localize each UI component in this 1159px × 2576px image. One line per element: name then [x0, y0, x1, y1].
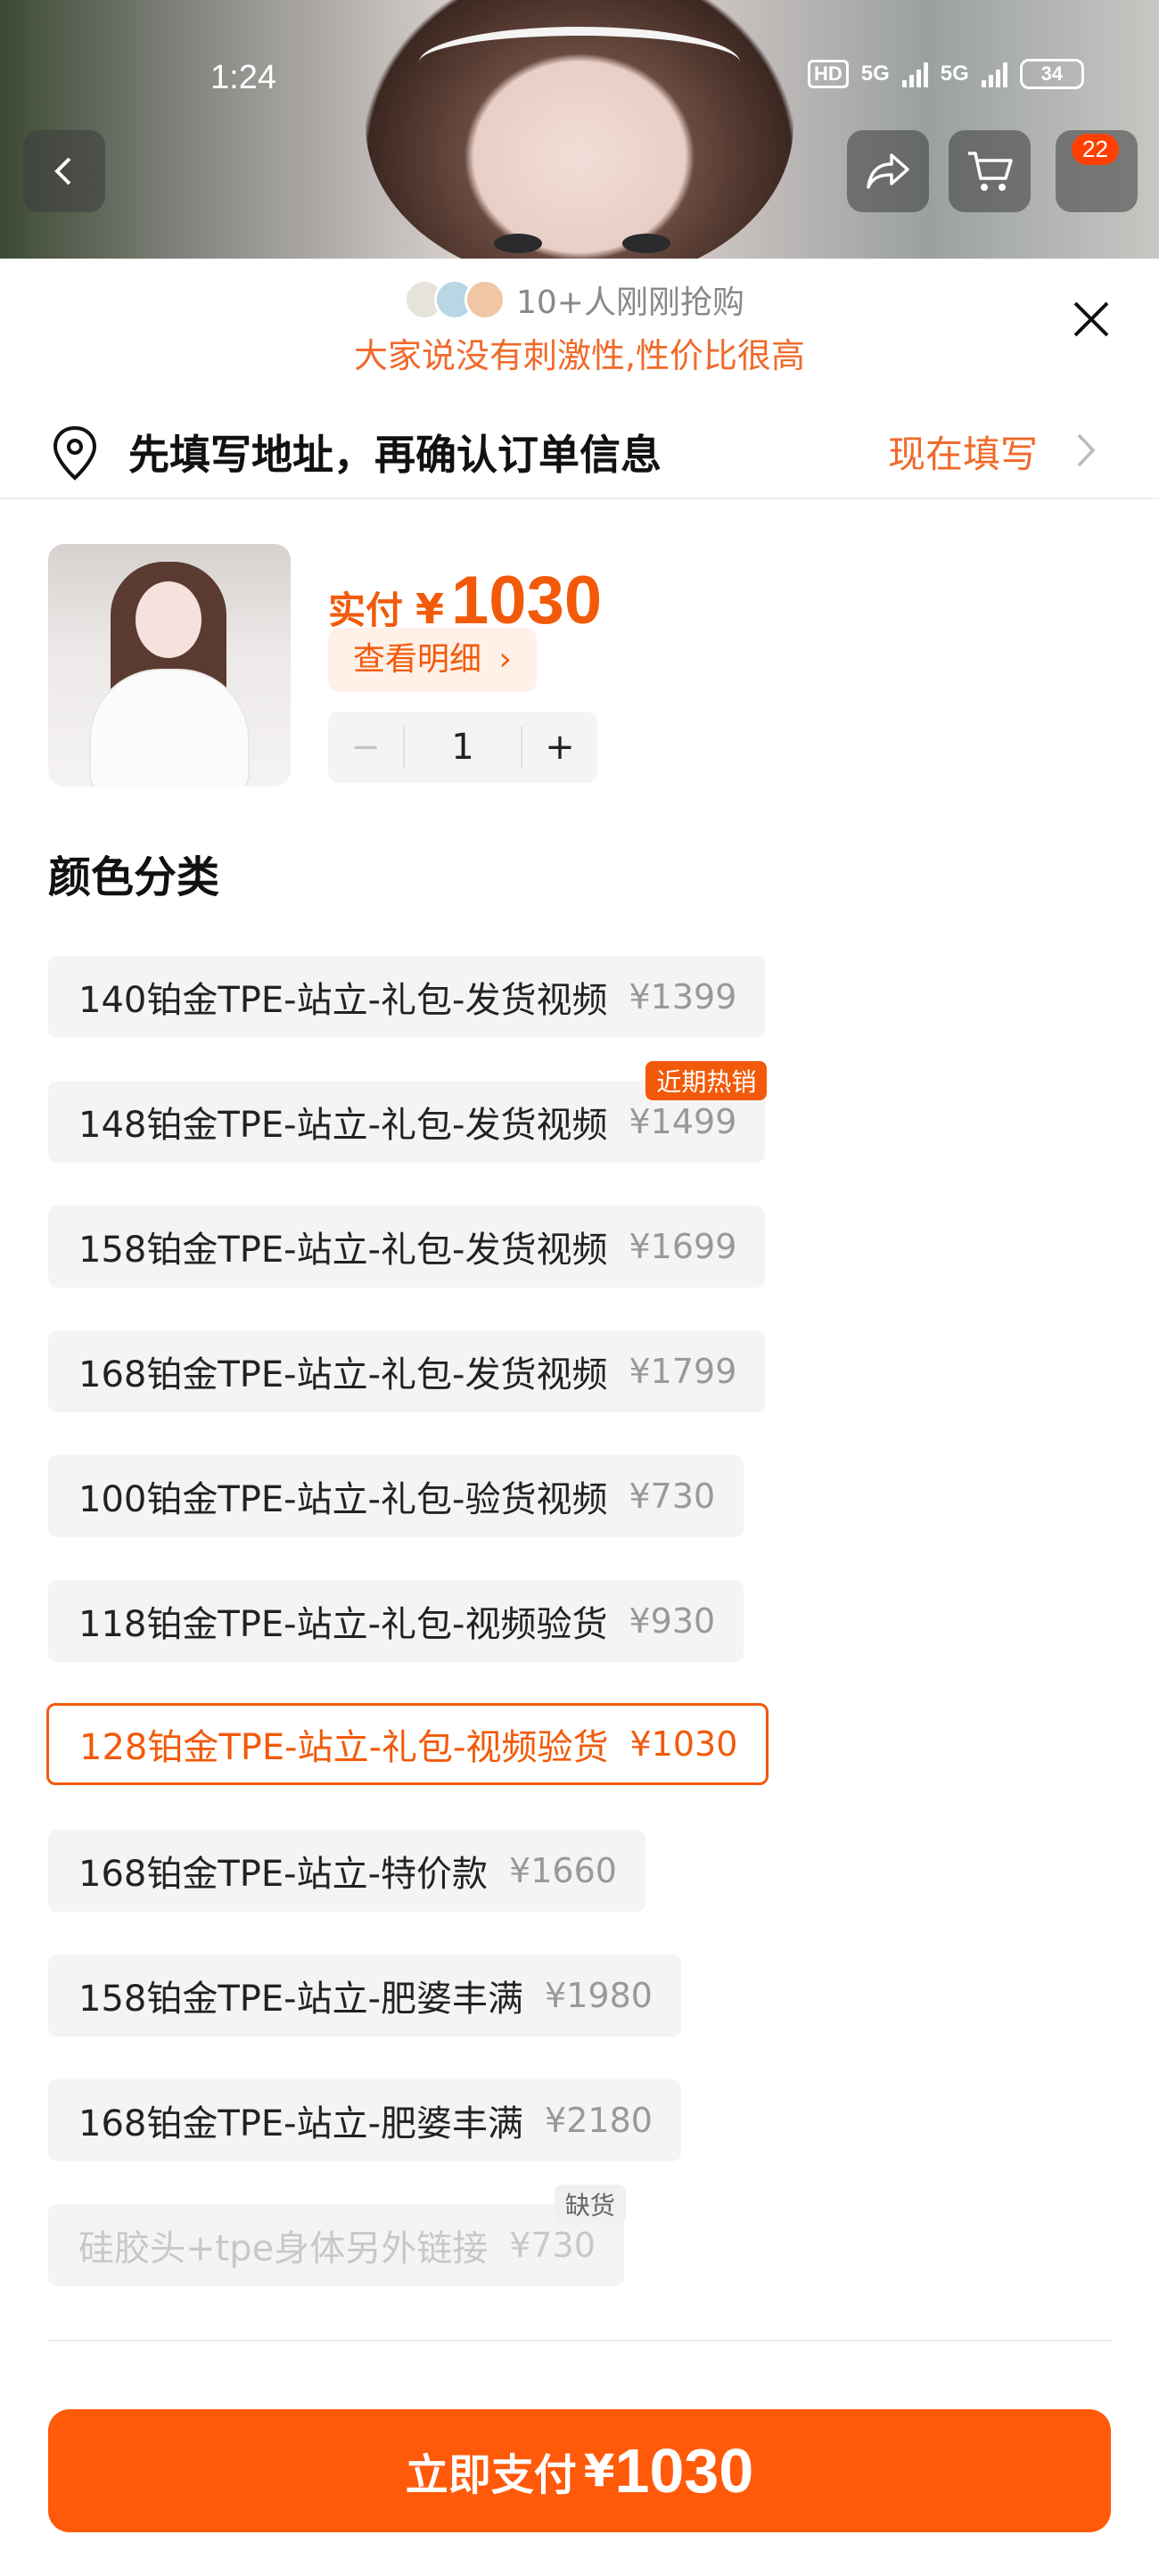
color-option[interactable]: 148铂金TPE-站立-礼包-发货视频 ¥1499 近期热销 — [48, 1061, 768, 1163]
promo-banner: 10+人刚刚抢购 大家说没有刺激性,性价比很高 — [0, 276, 1159, 377]
share-button[interactable] — [847, 130, 929, 212]
quantity-value[interactable]: 1 — [403, 727, 522, 768]
view-details-button[interactable]: 查看明细 › — [328, 628, 537, 692]
share-icon — [867, 153, 909, 189]
product-photo-headband — [419, 27, 740, 98]
back-button[interactable] — [23, 130, 105, 212]
quantity-stepper[interactable]: − 1 + — [328, 712, 597, 783]
cart-icon — [968, 152, 1013, 191]
pay-currency: ¥ — [583, 2445, 615, 2497]
status-icons: HD 5G 5G 34 — [808, 59, 1084, 89]
cart-button[interactable] — [949, 130, 1031, 212]
color-option[interactable]: 100铂金TPE-站立-礼包-验货视频 ¥730 — [48, 1455, 744, 1537]
buyer-avatars — [404, 279, 506, 320]
product-photo-eye-right — [622, 234, 670, 253]
color-option[interactable]: 140铂金TPE-站立-礼包-发货视频 ¥1399 — [48, 956, 766, 1038]
color-option[interactable]: 158铂金TPE-站立-肥婆丰满 ¥1980 — [48, 1955, 681, 2037]
chevron-right-icon: › — [498, 641, 512, 678]
hd-voice-icon: HD — [808, 60, 849, 88]
address-row[interactable]: 先填写地址，再确认订单信息 现在填写 — [0, 392, 1159, 499]
chevron-right-icon — [1077, 433, 1096, 467]
color-option[interactable]: 168铂金TPE-站立-肥婆丰满 ¥2180 — [48, 2079, 681, 2161]
pay-now-button[interactable]: 立即支付 ¥ 1030 — [48, 2409, 1111, 2532]
color-option[interactable]: 158铂金TPE-站立-礼包-发货视频 ¥1699 — [48, 1206, 766, 1288]
color-category-title: 颜色分类 — [48, 852, 220, 902]
decrease-button[interactable]: − — [328, 727, 403, 768]
review-highlight: 大家说没有刺激性,性价比很高 — [353, 336, 806, 375]
location-pin-icon — [53, 425, 97, 481]
paid-label: 实付 — [328, 588, 404, 632]
avatar — [464, 279, 506, 320]
view-details-label: 查看明细 — [353, 641, 482, 678]
divider — [48, 2340, 1111, 2341]
status-time: 1:24 — [210, 59, 276, 96]
sold-out-badge: 缺货 — [554, 2185, 626, 2224]
pay-amount: 1030 — [614, 2436, 754, 2506]
currency-symbol: ¥ — [415, 585, 445, 633]
pay-now-label: 立即支付 — [405, 2450, 577, 2500]
network-type-2: 5G — [940, 62, 969, 86]
color-option[interactable]: 168铂金TPE-站立-礼包-发货视频 ¥1799 — [48, 1330, 766, 1412]
signal-icon — [981, 61, 1007, 87]
product-thumbnail[interactable] — [48, 544, 291, 786]
network-type-1: 5G — [860, 62, 890, 86]
hot-sale-badge: 近期热销 — [645, 1061, 768, 1100]
increase-button[interactable]: + — [522, 727, 597, 768]
color-option[interactable]: 168铂金TPE-站立-特价款 ¥1660 — [48, 1830, 645, 1912]
cart-count-badge: 22 — [1072, 134, 1119, 165]
signal-icon — [901, 61, 928, 87]
close-icon[interactable] — [1066, 294, 1116, 344]
color-option[interactable]: 118铂金TPE-站立-礼包-视频验货 ¥930 — [48, 1580, 744, 1662]
color-option-selected[interactable]: 128铂金TPE-站立-礼包-视频验货 ¥1030 — [46, 1703, 769, 1785]
color-option-disabled: 硅胶头+tpe身体另外链接 ¥730 缺货 — [48, 2185, 626, 2286]
address-prompt: 先填写地址，再确认订单信息 — [128, 431, 662, 479]
product-photo-backdrop: 1:24 HD 5G 5G 34 22 — [0, 0, 1159, 259]
product-photo-eye-left — [494, 234, 542, 253]
sku-selection-sheet: 10+人刚刚抢购 大家说没有刺激性,性价比很高 先填写地址，再确认订单信息 现在… — [0, 259, 1159, 2576]
battery-icon: 34 — [1019, 59, 1084, 89]
recent-buyers-text: 10+人刚刚抢购 — [516, 284, 744, 321]
chevron-left-icon — [54, 157, 71, 185]
fill-address-link[interactable]: 现在填写 — [888, 424, 1038, 479]
